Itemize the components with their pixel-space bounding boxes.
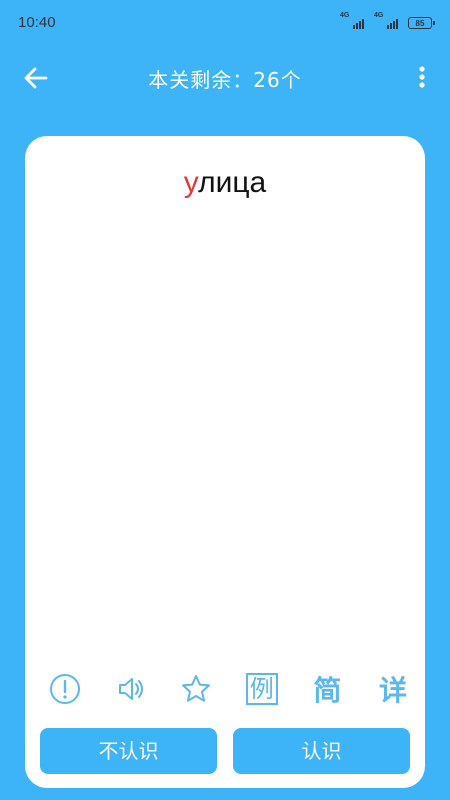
example-label: 例 bbox=[245, 673, 278, 705]
exclamation-circle-icon bbox=[50, 674, 80, 704]
top-bar: 本关剩余：26个 bbox=[0, 50, 450, 106]
known-button[interactable]: 认识 bbox=[233, 728, 410, 774]
sound-button[interactable] bbox=[111, 669, 151, 709]
unknown-button[interactable]: 不认识 bbox=[40, 728, 217, 774]
star-icon bbox=[182, 675, 211, 702]
vocabulary-word: улица bbox=[25, 166, 425, 200]
info-button[interactable] bbox=[45, 669, 85, 709]
favorite-button[interactable] bbox=[176, 669, 216, 709]
action-bar: 例 简 详 bbox=[45, 668, 413, 710]
speaker-icon bbox=[118, 678, 143, 700]
detail-label: 详 bbox=[378, 674, 407, 707]
example-button[interactable]: 例 bbox=[242, 669, 282, 709]
more-button[interactable] bbox=[412, 62, 432, 94]
word-first-letter: у bbox=[183, 166, 199, 199]
battery-icon: 85 bbox=[408, 17, 435, 29]
detail-button[interactable]: 详 bbox=[373, 669, 413, 709]
status-icons: 4G 4G 85 bbox=[340, 12, 435, 29]
brief-button[interactable]: 简 bbox=[307, 669, 347, 709]
status-time: 10:40 bbox=[18, 14, 56, 31]
status-bar: 10:40 4G 4G 85 bbox=[0, 0, 450, 46]
more-vertical-icon bbox=[419, 66, 425, 88]
signal-label: 4G bbox=[374, 12, 384, 19]
brief-label: 简 bbox=[313, 674, 342, 707]
signal-icon: 4G bbox=[340, 12, 364, 29]
word-card: улица 例 简 详 不认识 认识 bbox=[25, 136, 425, 788]
word-rest: лица bbox=[198, 166, 267, 199]
signal-label: 4G bbox=[340, 12, 350, 19]
signal-icon: 4G bbox=[374, 12, 398, 29]
page-title: 本关剩余：26个 bbox=[148, 68, 302, 92]
